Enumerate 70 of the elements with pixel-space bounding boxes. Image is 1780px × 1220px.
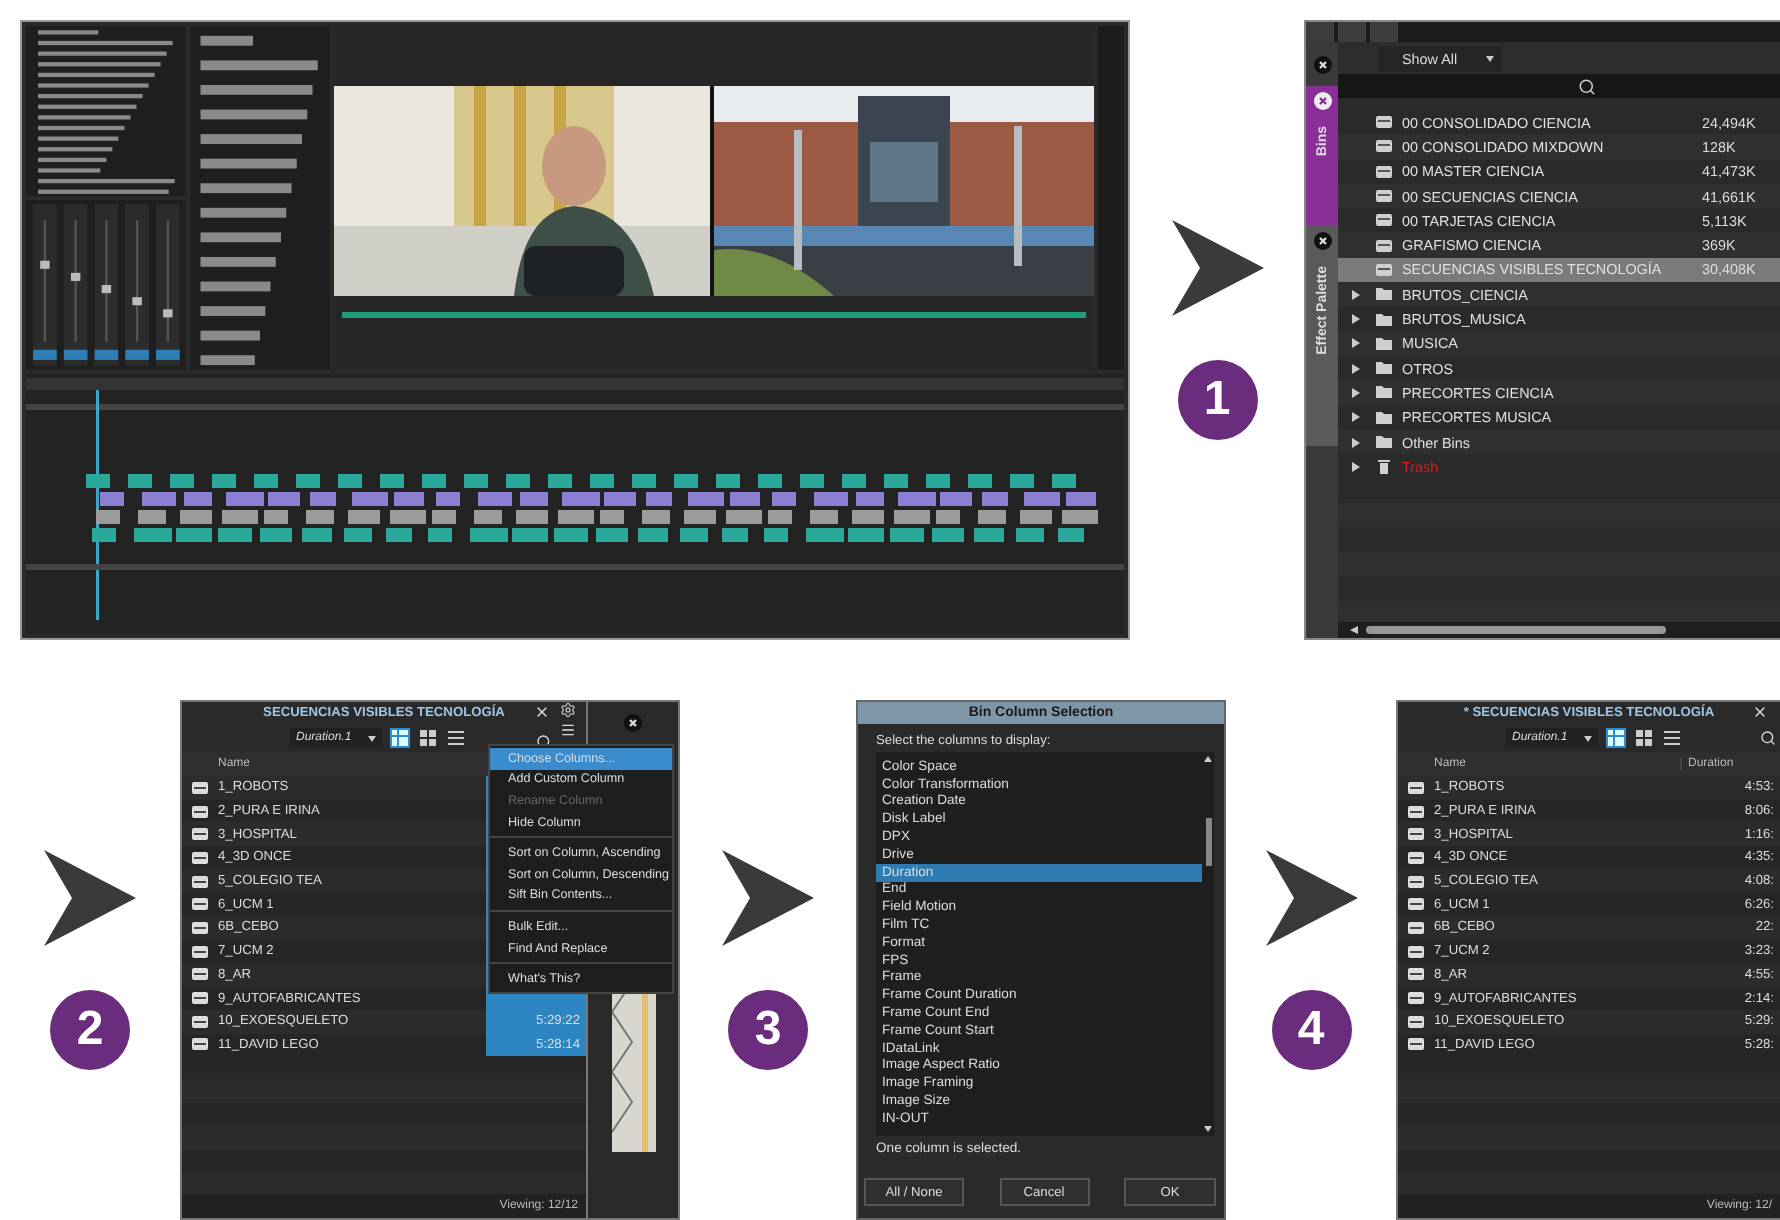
bin-icon <box>1376 263 1392 276</box>
close-icon[interactable] <box>1313 55 1331 73</box>
close-icon[interactable] <box>1313 92 1331 110</box>
expand-triangle-icon[interactable] <box>1352 387 1360 398</box>
grid-view-icon[interactable] <box>1606 728 1626 748</box>
bin-icon <box>1376 239 1392 252</box>
sequence-icon <box>192 805 208 818</box>
frame-view-icon[interactable] <box>1634 728 1654 748</box>
close-icon[interactable] <box>1313 232 1331 250</box>
list-view-icon[interactable] <box>446 728 466 748</box>
sequence-icon <box>192 898 208 911</box>
caret-icon[interactable] <box>1584 735 1592 741</box>
menu-icon[interactable] <box>560 722 576 738</box>
sequence-icon <box>192 828 208 841</box>
expand-triangle-icon[interactable] <box>1352 338 1360 349</box>
bin-icon <box>1376 165 1392 178</box>
scroll-up-icon[interactable] <box>1204 756 1212 762</box>
arrowhead-icon <box>722 850 814 946</box>
sequence-icon <box>1408 875 1424 888</box>
sequence-icon <box>1408 1038 1424 1051</box>
close-icon[interactable] <box>1752 704 1768 720</box>
sequence-icon <box>192 945 208 958</box>
expand-triangle-icon[interactable] <box>1352 314 1360 325</box>
scroll-down-icon[interactable] <box>1204 1125 1212 1132</box>
bin-icon <box>1376 190 1392 203</box>
bin-icon <box>1376 214 1392 227</box>
sequence-icon <box>192 851 208 864</box>
step-number: 1 <box>1177 360 1257 440</box>
expand-triangle-icon[interactable] <box>1352 412 1360 423</box>
scrollbar-thumb[interactable] <box>1366 626 1666 634</box>
sequence-icon <box>1408 851 1424 864</box>
arrowhead-icon <box>1265 850 1357 946</box>
sequence-icon <box>192 875 208 888</box>
bin-icon <box>1376 116 1392 129</box>
sequence-icon <box>1408 805 1424 818</box>
close-icon[interactable] <box>534 704 550 720</box>
sequence-icon <box>1408 992 1424 1005</box>
settings-icon[interactable] <box>560 702 576 718</box>
sequence-icon <box>192 992 208 1005</box>
scrollbar-thumb[interactable] <box>1205 818 1211 866</box>
scroll-left-icon[interactable] <box>1350 626 1358 634</box>
caret-icon[interactable] <box>1485 55 1494 61</box>
sequence-icon <box>192 968 208 981</box>
sequence-icon <box>192 921 208 934</box>
close-icon[interactable] <box>624 714 642 732</box>
sequence-icon <box>1408 898 1424 911</box>
step-number: 4 <box>1271 990 1351 1070</box>
list-view-icon[interactable] <box>1662 728 1682 748</box>
sequence-icon <box>192 1015 208 1028</box>
step-number: 3 <box>728 990 808 1070</box>
frame-view-icon[interactable] <box>418 728 438 748</box>
caret-icon[interactable] <box>368 735 376 741</box>
sequence-icon <box>1408 968 1424 981</box>
trash-icon <box>1378 459 1390 474</box>
expand-triangle-icon[interactable] <box>1352 363 1360 374</box>
grid-view-icon[interactable] <box>390 728 410 748</box>
sequence-icon <box>1408 945 1424 958</box>
sequence-icon <box>1408 828 1424 841</box>
sequence-icon <box>1408 1015 1424 1028</box>
sequence-icon <box>1408 781 1424 794</box>
expand-triangle-icon[interactable] <box>1352 461 1360 472</box>
step-number: 2 <box>50 990 130 1070</box>
sequence-icon <box>192 1038 208 1051</box>
bin-icon <box>1376 140 1392 153</box>
sequence-icon <box>192 781 208 794</box>
expand-triangle-icon[interactable] <box>1352 437 1360 447</box>
sequence-icon <box>1408 921 1424 934</box>
expand-triangle-icon[interactable] <box>1352 289 1360 300</box>
arrowhead-icon <box>1171 220 1263 316</box>
arrowhead-icon <box>44 850 136 946</box>
